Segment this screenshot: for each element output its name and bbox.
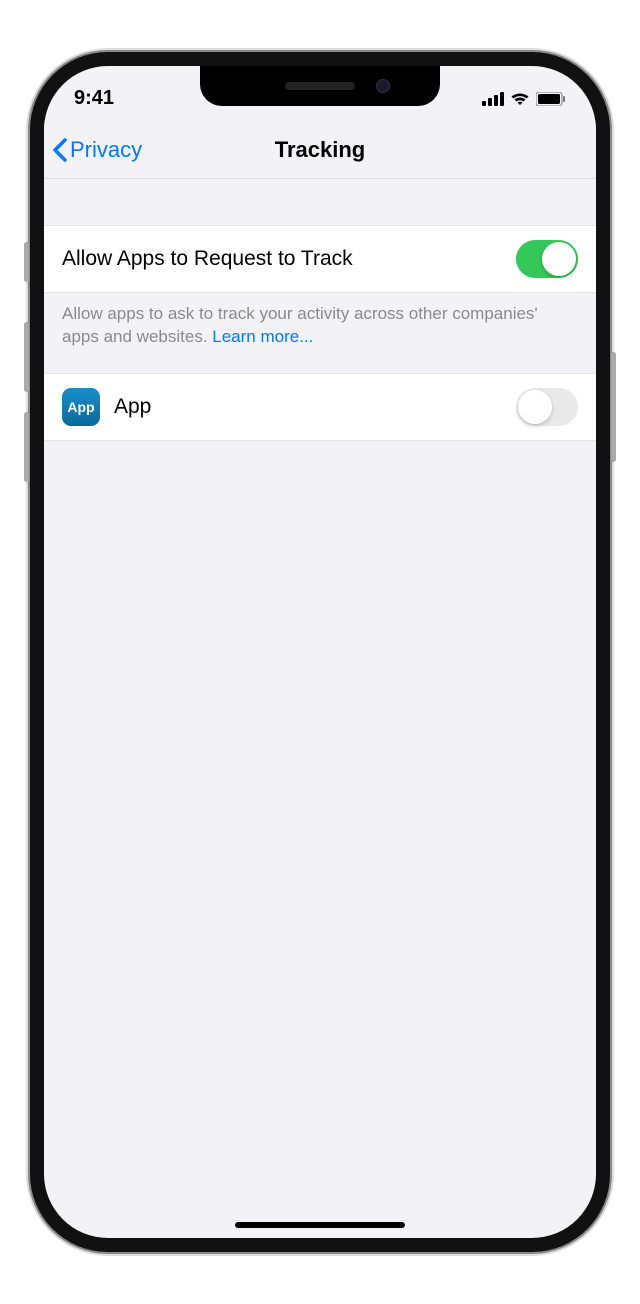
notch [200, 66, 440, 106]
phone-frame: 9:41 [30, 52, 610, 1252]
allow-tracking-row: Allow Apps to Request to Track [44, 225, 596, 293]
section-footer: Allow apps to ask to track your activity… [44, 293, 596, 373]
nav-bar: Privacy Tracking [44, 121, 596, 179]
app-row-left: App App [62, 388, 151, 426]
app-name-label: App [114, 395, 151, 419]
status-icons [482, 92, 566, 106]
toggle-knob [542, 242, 576, 276]
content: Allow Apps to Request to Track Allow app… [44, 179, 596, 1238]
app-tracking-toggle[interactable] [516, 388, 578, 426]
chevron-left-icon [52, 138, 68, 162]
toggle-knob [518, 390, 552, 424]
home-indicator[interactable] [235, 1222, 405, 1228]
mute-switch [24, 242, 29, 282]
battery-icon [536, 92, 566, 106]
back-label: Privacy [70, 137, 142, 163]
cellular-icon [482, 92, 504, 106]
screen: 9:41 [44, 66, 596, 1238]
speaker-grille [285, 82, 355, 90]
back-button[interactable]: Privacy [52, 137, 142, 163]
status-time: 9:41 [74, 87, 114, 110]
volume-up-button [24, 322, 29, 392]
spacer [44, 179, 596, 225]
volume-down-button [24, 412, 29, 482]
app-tracking-row: App App [44, 373, 596, 441]
learn-more-link[interactable]: Learn more... [212, 327, 313, 346]
front-camera [376, 79, 390, 93]
power-button [611, 352, 616, 462]
allow-tracking-label: Allow Apps to Request to Track [62, 247, 353, 271]
wifi-icon [510, 92, 530, 106]
allow-tracking-toggle[interactable] [516, 240, 578, 278]
app-icon: App [62, 388, 100, 426]
